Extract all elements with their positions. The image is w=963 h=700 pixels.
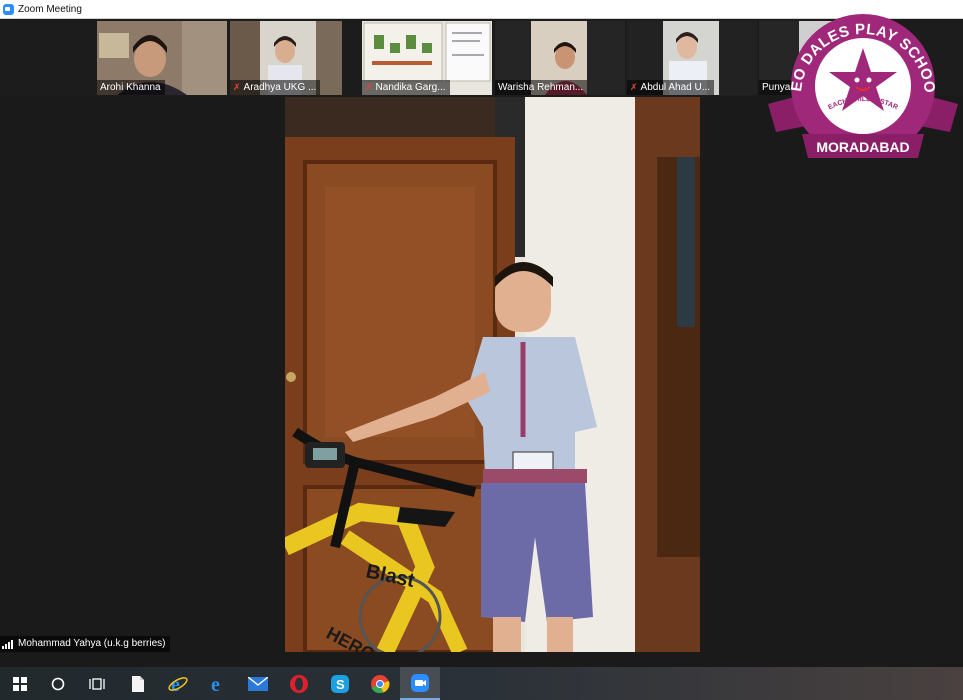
speaker-video-frame: Blast HERO bbox=[285, 97, 700, 652]
windows-start-icon[interactable] bbox=[0, 667, 40, 700]
active-speaker-name-label: Mohammad Yahya (u.k.g berries) bbox=[0, 636, 171, 652]
muted-mic-icon: ✗ bbox=[233, 82, 241, 92]
windows-taskbar: e e S bbox=[0, 667, 963, 700]
participant-tile[interactable]: Warisha Rehman... bbox=[495, 21, 625, 95]
participant-tile[interactable]: ✗ Nandika Garg... bbox=[362, 21, 492, 95]
muted-mic-icon: ✗ bbox=[630, 82, 638, 92]
logo-city: MORADABAD bbox=[816, 139, 909, 155]
skype-icon[interactable]: S bbox=[320, 667, 360, 700]
zoom-app-icon bbox=[3, 3, 14, 15]
participant-name: Arohi Khanna bbox=[97, 80, 165, 95]
participant-name: ✗ Aradhya UKG ... bbox=[230, 80, 321, 95]
opera-icon[interactable] bbox=[279, 667, 319, 700]
active-speaker-video[interactable]: Blast HERO bbox=[285, 97, 700, 652]
participant-tile[interactable]: Arohi Khanna bbox=[97, 21, 227, 95]
active-speaker-area: Blast HERO bbox=[0, 97, 963, 652]
muted-mic-icon: ✗ bbox=[365, 82, 373, 92]
participant-tile[interactable]: ✗ Abdul Ahad U... bbox=[627, 21, 757, 95]
participant-name: ✗ Nandika Garg... bbox=[362, 80, 450, 95]
svg-text:e: e bbox=[211, 674, 220, 694]
edge-legacy-icon[interactable]: e bbox=[198, 667, 238, 700]
file-icon[interactable] bbox=[118, 667, 158, 700]
window-title: Zoom Meeting bbox=[18, 3, 82, 15]
task-view-icon[interactable] bbox=[77, 667, 117, 700]
zoom-icon[interactable] bbox=[400, 667, 440, 700]
svg-text:S: S bbox=[336, 677, 345, 692]
signal-bars-icon bbox=[2, 639, 14, 649]
mail-icon[interactable] bbox=[238, 667, 278, 700]
participant-name: Warisha Rehman... bbox=[495, 80, 588, 95]
search-circle-icon[interactable] bbox=[38, 667, 78, 700]
chrome-icon[interactable] bbox=[360, 667, 400, 700]
school-logo: NEO DALES PLAY SCHOOL EACH CHILD A STAR … bbox=[768, 8, 958, 158]
internet-explorer-icon[interactable]: e bbox=[158, 667, 198, 700]
participant-tile[interactable]: ✗ Aradhya UKG ... bbox=[230, 21, 342, 95]
participant-name: ✗ Abdul Ahad U... bbox=[627, 80, 715, 95]
